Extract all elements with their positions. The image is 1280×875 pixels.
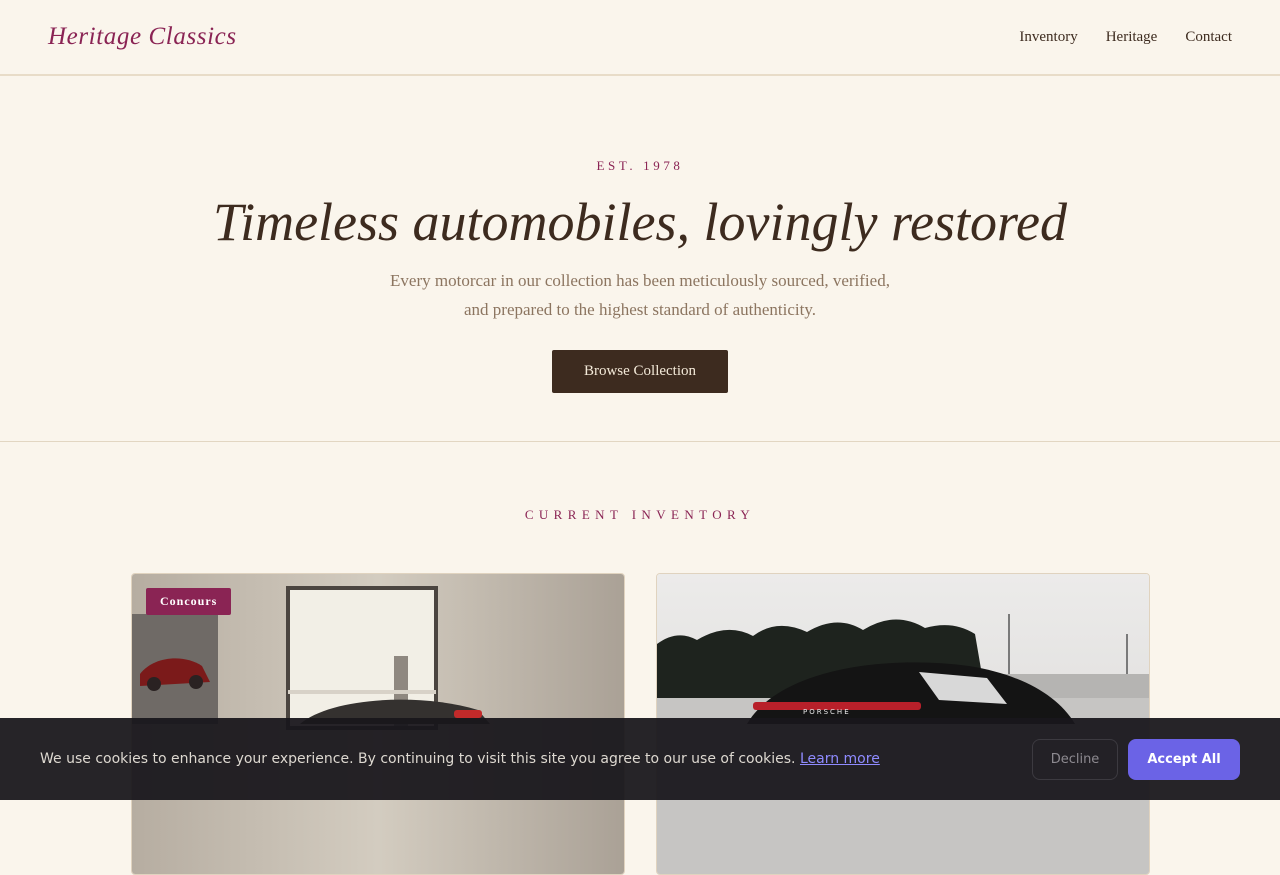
- learn-more-link[interactable]: Learn more: [800, 751, 880, 767]
- main-nav: Inventory Heritage Contact: [1019, 29, 1232, 46]
- decline-cookies-button[interactable]: Decline: [1032, 738, 1118, 780]
- svg-text:PORSCHE: PORSCHE: [803, 708, 851, 716]
- concours-badge: Concours: [146, 588, 232, 615]
- accept-cookies-button[interactable]: Accept All: [1128, 738, 1240, 780]
- site-header: Heritage Classics Inventory Heritage Con…: [0, 0, 1280, 76]
- cookie-banner: We use cookies to enhance your experienc…: [0, 718, 1280, 800]
- cookie-buttons: Decline Accept All: [1032, 738, 1240, 780]
- nav-link-contact[interactable]: Contact: [1185, 29, 1232, 46]
- hero-eyebrow: EST. 1978: [596, 158, 684, 173]
- cookie-message: We use cookies to enhance your experienc…: [40, 751, 880, 767]
- cookie-message-text: We use cookies to enhance your experienc…: [40, 751, 796, 767]
- browse-collection-button[interactable]: Browse Collection: [552, 350, 728, 393]
- inventory-section-title: CURRENT INVENTORY: [524, 507, 756, 522]
- hero-title: Timeless automobiles, lovingly restored: [213, 192, 1067, 252]
- hero-section: EST. 1978 Timeless automobiles, lovingly…: [0, 76, 1280, 442]
- nav-link-heritage[interactable]: Heritage: [1106, 29, 1158, 46]
- hero-subtitle-line-1: Every motorcar in our collection has bee…: [390, 271, 890, 290]
- site-logo[interactable]: Heritage Classics: [48, 23, 237, 51]
- nav-link-inventory[interactable]: Inventory: [1019, 29, 1077, 46]
- hero-subtitle: Every motorcar in our collection has bee…: [380, 266, 900, 324]
- hero-subtitle-line-2: and prepared to the highest standard of …: [463, 300, 816, 319]
